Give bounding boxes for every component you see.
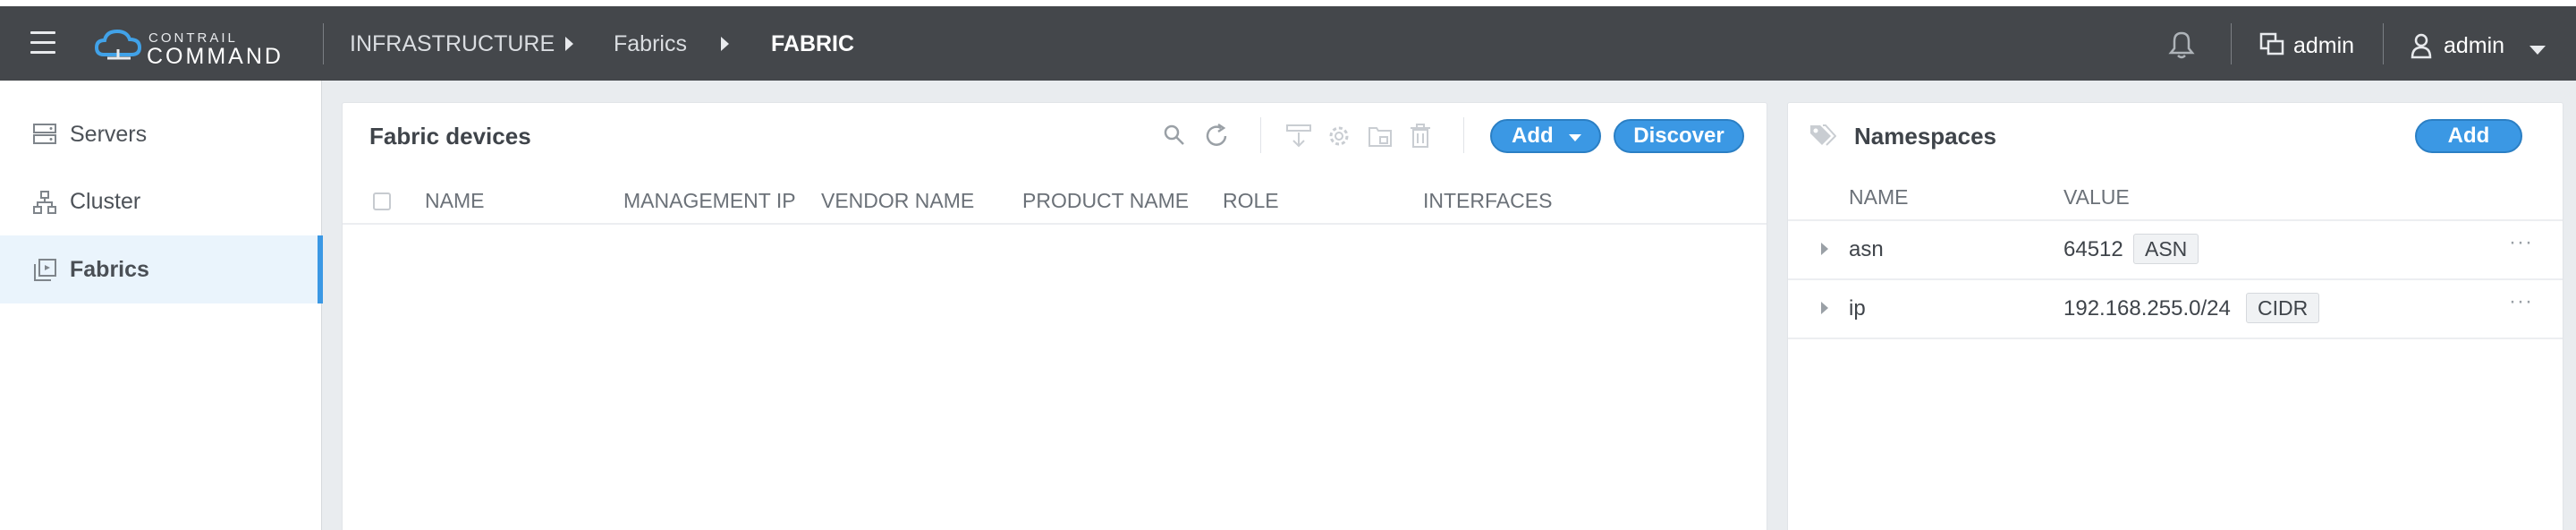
- breadcrumb-infrastructure[interactable]: INFRASTRUCTURE: [350, 31, 555, 57]
- table-row[interactable]: asn 64512 ASN ···: [1788, 221, 2563, 278]
- refresh-icon[interactable]: [1203, 123, 1230, 150]
- namespace-value: 64512: [2063, 237, 2123, 261]
- app-logo[interactable]: CONTRAIL COMMAND: [95, 24, 309, 69]
- column-header-vendor-name[interactable]: VENDOR NAME: [821, 189, 974, 213]
- column-header-value[interactable]: VALUE: [2063, 185, 2130, 209]
- sidebar-item-label: Fabrics: [70, 257, 149, 282]
- sidebar-item-label: Cluster: [70, 189, 141, 214]
- expand-row-icon[interactable]: [1821, 243, 1828, 255]
- column-header-role[interactable]: ROLE: [1223, 189, 1279, 213]
- project-icon: [2259, 32, 2284, 56]
- menu-icon[interactable]: [30, 31, 55, 55]
- row-divider: [1788, 338, 2563, 339]
- sidebar: Servers Cluster Fabrics: [0, 81, 323, 530]
- breadcrumb-fabrics[interactable]: Fabrics: [614, 31, 687, 57]
- add-namespace-button[interactable]: Add: [2415, 119, 2522, 153]
- toolbar-divider: [1463, 117, 1464, 153]
- fabric-devices-panel: Fabric devices Add Discover NAME MANAGEM…: [342, 102, 1767, 530]
- delete-icon[interactable]: [1408, 123, 1433, 150]
- column-header-interfaces[interactable]: INTERFACES: [1423, 189, 1552, 213]
- user-label: admin: [2444, 33, 2505, 58]
- sidebar-item-cluster[interactable]: Cluster: [0, 167, 322, 235]
- namespace-value: 192.168.255.0/24: [2063, 296, 2231, 321]
- row-more-icon[interactable]: ···: [2509, 289, 2533, 314]
- header-divider: [323, 23, 324, 64]
- cloud-logo-icon: [95, 29, 141, 60]
- settings-icon[interactable]: [1326, 123, 1352, 150]
- breadcrumb-caret-icon: [565, 37, 573, 51]
- sidebar-item-label: Servers: [70, 122, 148, 147]
- sidebar-item-servers[interactable]: Servers: [0, 100, 322, 168]
- add-device-label: Add: [1512, 124, 1554, 148]
- namespaces-title: Namespaces: [1854, 123, 1996, 150]
- add-device-button[interactable]: Add: [1490, 119, 1601, 153]
- tenant-menu[interactable]: admin: [2259, 30, 2385, 59]
- user-menu[interactable]: admin: [2410, 30, 2526, 59]
- table-row[interactable]: ip 192.168.255.0/24 CIDR ···: [1788, 280, 2563, 338]
- folder-icon[interactable]: [1367, 123, 1394, 150]
- tenant-label: admin: [2293, 33, 2355, 58]
- select-all-checkbox[interactable]: [373, 192, 391, 210]
- breadcrumb-caret-icon: [721, 37, 729, 51]
- fabric-devices-table-body: [343, 225, 1767, 530]
- header-divider: [2231, 23, 2232, 64]
- namespace-name: asn: [1849, 237, 1884, 261]
- column-header-product-name[interactable]: PRODUCT NAME: [1022, 189, 1189, 213]
- servers-icon: [33, 124, 56, 144]
- namespaces-panel: Namespaces Add NAME VALUE asn 64512 ASN …: [1787, 102, 2563, 530]
- user-dropdown-caret-icon[interactable]: [2529, 46, 2546, 55]
- tags-icon: [1810, 124, 1836, 146]
- window-top-strip: [0, 0, 2576, 6]
- cluster-icon: [33, 191, 56, 214]
- breadcrumb-fabric: FABRIC: [771, 31, 855, 56]
- column-header-name[interactable]: NAME: [1849, 185, 1908, 209]
- column-header-name[interactable]: NAME: [425, 189, 484, 213]
- discover-button[interactable]: Discover: [1614, 119, 1744, 153]
- search-icon[interactable]: [1162, 123, 1187, 148]
- toolbar-divider: [1260, 117, 1261, 153]
- fabrics-icon: [34, 259, 56, 281]
- namespace-type-badge: ASN: [2133, 234, 2199, 264]
- top-header: CONTRAIL COMMAND INFRASTRUCTURE Fabrics …: [0, 6, 2576, 81]
- header-divider: [2383, 23, 2384, 64]
- expand-row-icon[interactable]: [1821, 302, 1828, 314]
- import-icon[interactable]: [1285, 123, 1312, 150]
- row-more-icon[interactable]: ···: [2509, 230, 2533, 255]
- notification-bell-icon[interactable]: [2168, 30, 2195, 59]
- column-header-management-ip[interactable]: MANAGEMENT IP: [623, 189, 796, 213]
- logo-bottom-text: COMMAND: [147, 44, 284, 69]
- chevron-down-icon: [1569, 134, 1581, 141]
- user-icon: [2411, 33, 2432, 59]
- sidebar-item-fabrics[interactable]: Fabrics: [0, 235, 323, 303]
- namespace-name: ip: [1849, 296, 1866, 321]
- fabric-devices-title: Fabric devices: [369, 123, 531, 150]
- namespace-type-badge: CIDR: [2246, 293, 2320, 323]
